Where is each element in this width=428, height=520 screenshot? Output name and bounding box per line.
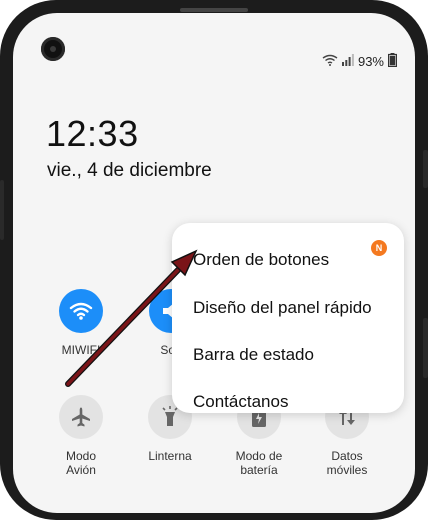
annotation-arrow-icon bbox=[65, 249, 198, 387]
phone-mockup: 93% 12:33 vie., 4 de diciembre MIWIFI So… bbox=[0, 0, 428, 520]
